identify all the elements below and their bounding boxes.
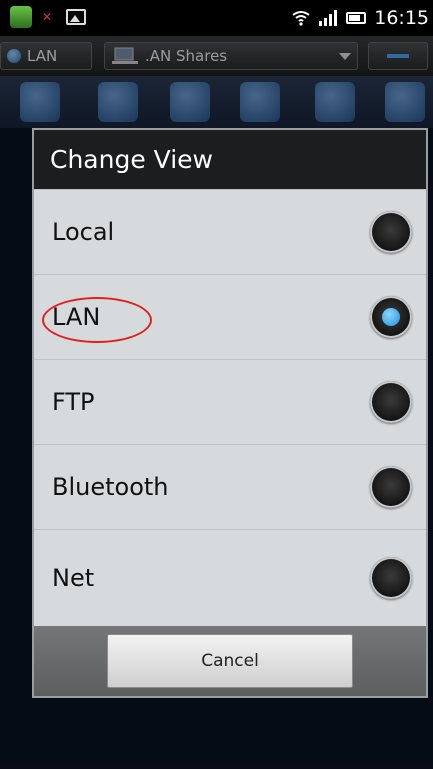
dialog-footer: Cancel: [34, 626, 426, 696]
option-label: Bluetooth: [52, 473, 169, 501]
missed-call-icon: ✕: [42, 10, 53, 24]
dialog-title: Change View: [34, 130, 426, 189]
option-label: Local: [52, 218, 115, 246]
option-lan[interactable]: LAN: [34, 274, 426, 359]
radio-bluetooth[interactable]: [370, 466, 412, 508]
radio-lan[interactable]: [370, 296, 412, 338]
signal-icon: [319, 10, 338, 26]
clock: 16:15: [374, 7, 429, 29]
radio-ftp[interactable]: [370, 381, 412, 423]
cancel-button[interactable]: Cancel: [107, 634, 353, 688]
option-bluetooth[interactable]: Bluetooth: [34, 444, 426, 529]
change-view-dialog: Change View Local LAN FTP Bluetooth Net …: [32, 128, 428, 698]
option-ftp[interactable]: FTP: [34, 359, 426, 444]
option-net[interactable]: Net: [34, 529, 426, 626]
red-circle-annotation: [42, 297, 152, 343]
app-notification-icon: [10, 6, 32, 28]
radio-local[interactable]: [370, 211, 412, 253]
status-bar: ✕ 16:15: [0, 0, 433, 36]
option-label: Net: [52, 564, 95, 592]
image-notification-icon: [66, 9, 86, 25]
option-label: FTP: [52, 388, 95, 416]
battery-icon: [346, 12, 367, 24]
radio-net[interactable]: [370, 557, 412, 599]
wifi-icon: [292, 11, 310, 26]
option-local[interactable]: Local: [34, 189, 426, 274]
